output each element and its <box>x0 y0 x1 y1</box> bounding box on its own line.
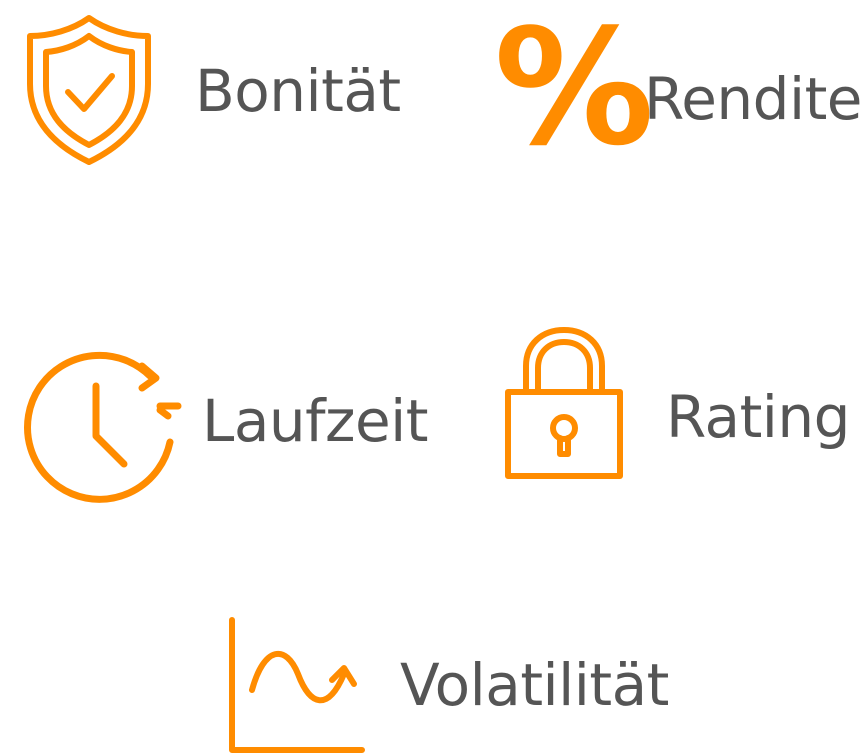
feature-label: Rating <box>666 383 851 451</box>
padlock-icon <box>502 326 626 482</box>
feature-laufzeit: Laufzeit <box>0 320 440 520</box>
clock-refresh-icon <box>20 346 182 503</box>
feature-bonitaet: Bonität <box>0 0 420 180</box>
feature-label: Rendite <box>644 65 863 133</box>
feature-rating: Rating <box>490 310 867 510</box>
feature-label: Volatilität <box>400 651 669 719</box>
shield-check-icon <box>24 14 154 166</box>
wave-chart-icon <box>228 616 368 756</box>
feature-rendite: % Rendite <box>480 0 867 180</box>
feature-volatilitaet: Volatilität <box>200 600 680 753</box>
feature-label: Bonität <box>195 57 401 125</box>
feature-label: Laufzeit <box>202 387 429 455</box>
percent-icon: % <box>494 0 655 181</box>
